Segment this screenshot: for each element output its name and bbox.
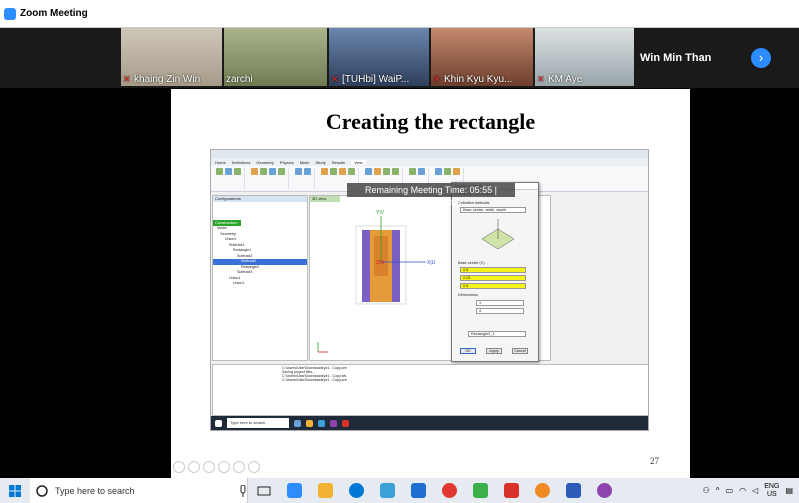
search-circle-icon bbox=[36, 484, 48, 497]
method-select: Base centre, width, depth bbox=[460, 207, 526, 213]
svg-text:Z|N: Z|N bbox=[376, 260, 384, 266]
participant-name: Khin Kyu Kyu... bbox=[444, 74, 513, 85]
taskbar-app[interactable] bbox=[434, 478, 465, 503]
model-tree-panel: Configurations Construction Model Geomet… bbox=[212, 195, 308, 361]
wifi-icon[interactable]: ◠ bbox=[739, 486, 746, 495]
start-button[interactable] bbox=[0, 478, 30, 503]
meeting-time-banner[interactable]: Remaining Meeting Time: 05:55 | Upgrade … bbox=[347, 183, 515, 209]
zoom-app-icon bbox=[287, 483, 302, 498]
chevron-up-icon[interactable]: ^ bbox=[716, 486, 720, 495]
taskbar-app[interactable] bbox=[341, 478, 372, 503]
search-input[interactable]: Type here to search bbox=[55, 486, 232, 496]
menu-item: Results bbox=[331, 159, 346, 165]
inner-taskbar: Type here to search bbox=[211, 416, 648, 430]
system-tray: ⚇ ^ ▭ ◠ ◁ ENG US ▤ bbox=[703, 478, 799, 503]
cancel-button: Cancel bbox=[512, 348, 528, 354]
maps-icon bbox=[473, 483, 488, 498]
mail-icon bbox=[411, 483, 426, 498]
pen-icon[interactable] bbox=[203, 461, 215, 473]
menu-item: Geometry bbox=[256, 159, 274, 165]
task-view-icon bbox=[257, 486, 270, 495]
apply-button: Apply bbox=[486, 348, 502, 354]
menu-item: Definitions bbox=[231, 159, 251, 165]
participant-tile[interactable]: ✕ Khin Kyu Kyu... bbox=[431, 28, 533, 86]
participant-gallery: ✕ khaing Zin Win zarchi ✕ [TUHbi] WaiP... … bbox=[0, 28, 799, 88]
taskbar-app[interactable] bbox=[310, 478, 341, 503]
zoom-logo-icon bbox=[4, 7, 16, 20]
participant-name: KM Aye bbox=[548, 74, 583, 85]
app-titlebar bbox=[211, 150, 648, 158]
u-field: 0.5 bbox=[460, 267, 526, 273]
muted-mic-icon: ✕ bbox=[331, 74, 339, 84]
participant-tile[interactable]: ✕ khaing Zin Win bbox=[121, 28, 222, 86]
viber-icon bbox=[597, 483, 612, 498]
taskbar-app[interactable] bbox=[589, 478, 620, 503]
window-title: Zoom Meeting bbox=[20, 8, 88, 19]
slide: Creating the rectangle Home Definitions … bbox=[171, 89, 690, 478]
menu-item: Home bbox=[215, 159, 226, 165]
taskbar-app[interactable] bbox=[527, 478, 558, 503]
taskbar-app[interactable] bbox=[465, 478, 496, 503]
windows-logo-icon bbox=[9, 484, 21, 497]
edge-icon bbox=[349, 483, 364, 498]
store-icon bbox=[380, 483, 395, 498]
participant-tile[interactable]: ✕ KM Aye bbox=[535, 28, 634, 86]
window-titlebar: Zoom Meeting bbox=[0, 0, 799, 28]
taskbar-app[interactable] bbox=[403, 478, 434, 503]
participant-tile[interactable]: ✕ [TUHbi] WaiP... bbox=[329, 28, 429, 86]
shared-screen: Creating the rectangle Home Definitions … bbox=[0, 88, 799, 478]
depth-field: 4 bbox=[476, 308, 524, 314]
file-explorer-icon bbox=[318, 483, 333, 498]
menu-item: Physics bbox=[279, 159, 294, 165]
rectangle-diagram bbox=[481, 219, 515, 250]
muted-mic-icon: ✕ bbox=[537, 74, 545, 84]
zoom-icon[interactable] bbox=[233, 461, 245, 473]
muted-mic-icon: ✕ bbox=[123, 74, 131, 84]
modify-rectangle-dialog: Modify rectangle Geometry Workplane Defi… bbox=[451, 182, 539, 362]
word-icon bbox=[566, 483, 581, 498]
width-field: 1 bbox=[476, 300, 524, 306]
taskbar-app[interactable] bbox=[558, 478, 589, 503]
menu-item: Mesh bbox=[299, 159, 310, 165]
menu-item-active: View bbox=[351, 159, 366, 165]
firefox-icon bbox=[535, 483, 550, 498]
taskbar-search[interactable]: Type here to search bbox=[30, 478, 248, 503]
next-page-button[interactable]: › bbox=[751, 48, 771, 68]
app-menu: Home Definitions Geometry Physics Mesh S… bbox=[211, 158, 648, 166]
windows-taskbar: Type here to search bbox=[0, 478, 799, 503]
task-view-button[interactable] bbox=[248, 478, 279, 503]
slide-title: Creating the rectangle bbox=[325, 109, 536, 134]
menu-item: Study bbox=[315, 159, 326, 165]
slide-page-number: 27 bbox=[650, 456, 659, 466]
people-icon[interactable]: ⚇ bbox=[703, 486, 710, 495]
previous-slide-icon[interactable] bbox=[173, 461, 185, 473]
opera-icon bbox=[442, 483, 457, 498]
participant-name: zarchi bbox=[226, 74, 253, 85]
n-field: 0.6 bbox=[460, 283, 526, 289]
participant-name: [TUHbi] WaiP... bbox=[342, 74, 410, 85]
volume-icon[interactable]: ◁ bbox=[752, 486, 758, 495]
taskbar-app[interactable] bbox=[279, 478, 310, 503]
microphone-icon[interactable] bbox=[239, 484, 247, 497]
ok-button: OK bbox=[460, 348, 476, 354]
language-indicator[interactable]: ENG US bbox=[764, 483, 779, 499]
battery-icon[interactable]: ▭ bbox=[726, 486, 734, 495]
muted-mic-icon: ✕ bbox=[433, 74, 441, 84]
svg-text:X|U: X|U bbox=[427, 260, 436, 266]
log-panel: C:\Users\User\Downloads\pt1 - Copy.pre S… bbox=[212, 364, 648, 416]
participant-tile-active-speaker[interactable]: zarchi bbox=[224, 28, 327, 86]
v-field: 2.25 bbox=[460, 275, 526, 281]
slide-controls bbox=[173, 461, 260, 473]
slides-icon[interactable] bbox=[218, 461, 230, 473]
svg-text:Y|V: Y|V bbox=[376, 210, 385, 216]
taskbar-app[interactable] bbox=[496, 478, 527, 503]
notifications-icon[interactable]: ▤ bbox=[785, 486, 793, 495]
participant-name: khaing Zin Win bbox=[134, 74, 201, 85]
more-options-icon[interactable] bbox=[248, 461, 260, 473]
taskbar-app[interactable] bbox=[372, 478, 403, 503]
antivirus-icon bbox=[504, 483, 519, 498]
next-slide-icon[interactable] bbox=[188, 461, 200, 473]
participant-name-no-video[interactable]: Win Min Than bbox=[640, 52, 711, 64]
label-field: Rectangle2_1 bbox=[468, 331, 526, 337]
